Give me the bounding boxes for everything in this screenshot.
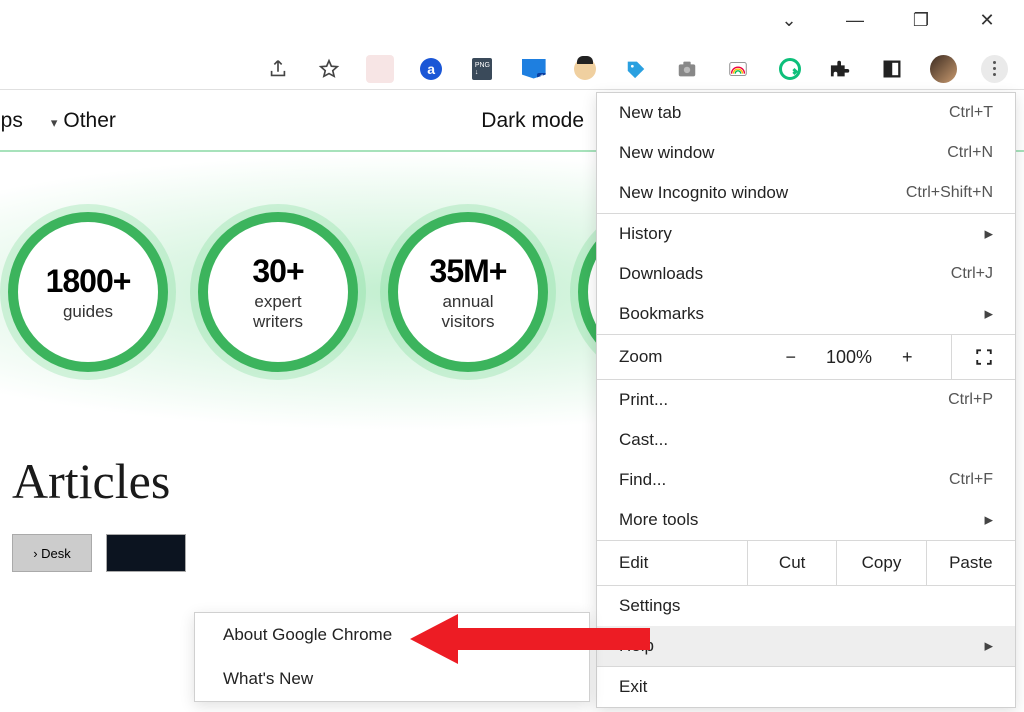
menu-find[interactable]: Find...Ctrl+F (597, 460, 1015, 500)
zoom-minus[interactable]: − (785, 347, 796, 368)
avatar-hat-icon[interactable] (571, 55, 598, 83)
stat-writers: 30+expert writers (198, 212, 358, 372)
zoom-label: Zoom (597, 335, 747, 379)
edit-copy[interactable]: Copy (836, 541, 925, 585)
star-icon[interactable] (315, 55, 342, 83)
menu-more-tools[interactable]: More tools▸ (597, 500, 1015, 540)
browser-toolbar: a PNG↓ 1 (0, 48, 1024, 90)
square-icon[interactable] (878, 55, 905, 83)
dark-mode-label[interactable]: Dark mode (481, 109, 584, 133)
grammarly-icon[interactable] (776, 55, 803, 83)
edit-cut[interactable]: Cut (747, 541, 836, 585)
tag-icon[interactable] (622, 55, 649, 83)
stat-guides: 1800+guides (8, 212, 168, 372)
menu-cast[interactable]: Cast... (597, 420, 1015, 460)
menu-help[interactable]: Help▸ (597, 626, 1015, 666)
fullscreen-icon[interactable] (951, 335, 1015, 379)
menu-new-window[interactable]: New windowCtrl+N (597, 133, 1015, 173)
chevron-right-icon: ▸ (984, 224, 993, 244)
chevron-right-icon: ▸ (984, 304, 993, 324)
menu-exit[interactable]: Exit (597, 667, 1015, 707)
zoom-level: 100% (826, 347, 872, 368)
menu-incognito[interactable]: New Incognito windowCtrl+Shift+N (597, 173, 1015, 213)
zoom-plus[interactable]: + (902, 347, 913, 368)
edit-paste[interactable]: Paste (926, 541, 1015, 585)
nav-item-other[interactable]: ▾Other (51, 109, 116, 133)
menu-history[interactable]: History▸ (597, 214, 1015, 254)
window-controls: ⌄ — ❐ ✕ (780, 0, 1024, 40)
chevron-right-icon: ▸ (984, 636, 993, 656)
menu-edit-row: Edit Cut Copy Paste (597, 541, 1015, 585)
nav-item-ips[interactable]: ips (0, 109, 23, 133)
chrome-main-menu: New tabCtrl+T New windowCtrl+N New Incog… (596, 92, 1016, 708)
mail-blue-icon[interactable]: 1 (520, 55, 547, 83)
menu-print[interactable]: Print...Ctrl+P (597, 380, 1015, 420)
camera-icon[interactable] (674, 55, 701, 83)
stat-visitors: 35M+annual visitors (388, 212, 548, 372)
chevron-right-icon: ▸ (984, 510, 993, 530)
png-dl-icon[interactable]: PNG↓ (469, 55, 496, 83)
menu-bookmarks[interactable]: Bookmarks▸ (597, 294, 1015, 334)
menu-new-tab[interactable]: New tabCtrl+T (597, 93, 1015, 133)
window-chevron-icon[interactable]: ⌄ (780, 11, 798, 29)
red-arrow-annotation (410, 608, 650, 670)
window-minimize-icon[interactable]: — (846, 11, 864, 29)
menu-zoom-row: Zoom − 100% + (597, 334, 1015, 380)
blank-icon[interactable] (366, 55, 393, 83)
menu-settings[interactable]: Settings (597, 586, 1015, 626)
a-blue-icon[interactable]: a (418, 55, 445, 83)
profile-avatar[interactable] (930, 55, 957, 83)
kebab-menu-icon[interactable] (981, 55, 1008, 83)
menu-downloads[interactable]: DownloadsCtrl+J (597, 254, 1015, 294)
puzzle-icon[interactable] (827, 55, 854, 83)
window-maximize-icon[interactable]: ❐ (912, 11, 930, 29)
edit-label: Edit (597, 541, 747, 585)
article-tile-dark[interactable] (106, 534, 186, 572)
rainbow-icon[interactable] (725, 55, 752, 83)
article-tile-desk[interactable]: › Desk (12, 534, 92, 572)
share-icon[interactable] (264, 55, 291, 83)
window-close-icon[interactable]: ✕ (978, 11, 996, 29)
